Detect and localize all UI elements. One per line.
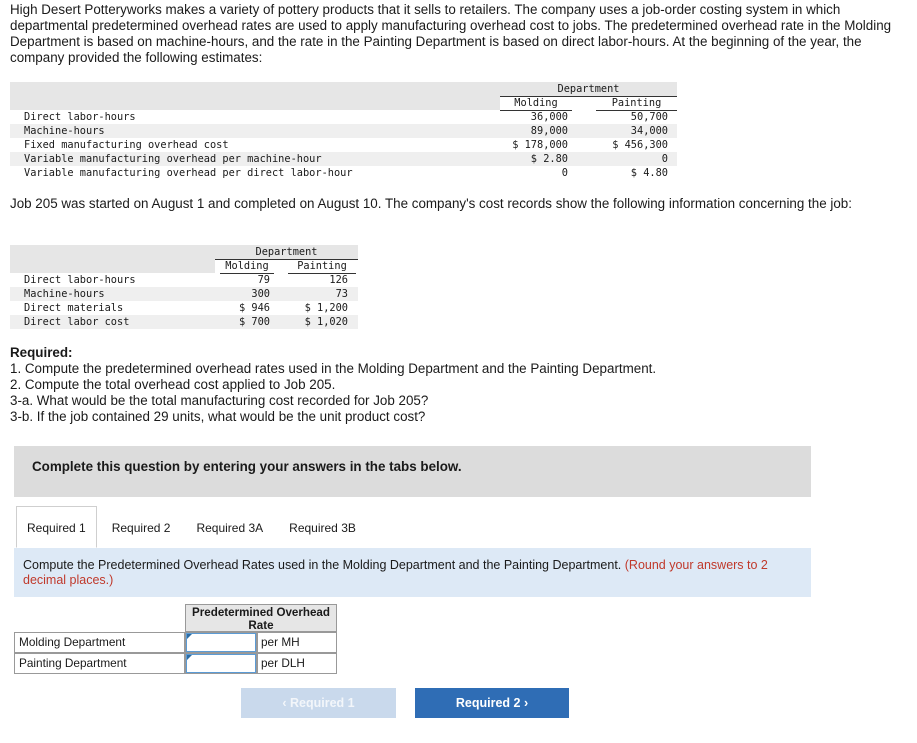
job-table-header: Department Molding Painting bbox=[10, 245, 358, 274]
next-button[interactable]: Required 2 › bbox=[415, 688, 569, 718]
table-row: Molding Department per MH bbox=[14, 632, 337, 653]
molding-value: 300 bbox=[251, 288, 270, 300]
molding-value: $ 946 bbox=[239, 302, 270, 314]
table-row: Machine-hours 300 73 bbox=[10, 287, 358, 301]
previous-button-label: Required 1 bbox=[290, 696, 355, 710]
painting-value: 73 bbox=[335, 288, 348, 300]
row-label: Fixed manufacturing overhead cost bbox=[24, 139, 229, 151]
department-group-header: Department bbox=[215, 245, 358, 260]
job-intro: Job 205 was started on August 1 and comp… bbox=[10, 196, 852, 211]
required-section: Required: 1. Compute the predetermined o… bbox=[10, 345, 656, 425]
tab-required-1[interactable]: Required 1 bbox=[16, 506, 97, 548]
painting-department-label: Painting Department bbox=[14, 653, 185, 674]
row-label: Machine-hours bbox=[24, 125, 105, 137]
molding-department-label: Molding Department bbox=[14, 632, 185, 653]
table-row: Fixed manufacturing overhead cost $ 178,… bbox=[10, 138, 677, 152]
answer-flag-icon bbox=[187, 655, 192, 660]
table-row: Painting Department per DLH bbox=[14, 653, 337, 674]
row-label: Direct labor cost bbox=[24, 316, 130, 328]
instructions-banner: Complete this question by entering your … bbox=[14, 446, 811, 497]
chevron-right-icon: › bbox=[523, 696, 529, 710]
molding-column-header: Molding bbox=[500, 96, 572, 111]
required-item: 3-b. If the job contained 29 units, what… bbox=[10, 409, 426, 424]
estimates-table: Department Molding Painting Direct labor… bbox=[10, 82, 677, 180]
required-item: 1. Compute the predetermined overhead ra… bbox=[10, 361, 657, 376]
required-item: 3-a. What would be the total manufacturi… bbox=[10, 393, 429, 408]
molding-value: $ 178,000 bbox=[512, 139, 568, 151]
painting-value: 126 bbox=[329, 274, 348, 286]
molding-value: 79 bbox=[257, 274, 270, 286]
table-row: Variable manufacturing overhead per dire… bbox=[10, 166, 677, 180]
row-label: Machine-hours bbox=[24, 288, 105, 300]
required-title: Required: bbox=[10, 345, 73, 360]
molding-value: 36,000 bbox=[530, 111, 568, 123]
row-label: Direct labor-hours bbox=[24, 111, 136, 123]
tab-required-3a[interactable]: Required 3A bbox=[185, 506, 275, 548]
table-row: Variable manufacturing overhead per mach… bbox=[10, 152, 677, 166]
molding-value: $ 2.80 bbox=[530, 153, 568, 165]
molding-column-header: Molding bbox=[220, 259, 274, 274]
painting-rate-unit: per DLH bbox=[257, 653, 337, 674]
molding-value: $ 700 bbox=[239, 316, 270, 328]
painting-column-header: Painting bbox=[288, 259, 356, 274]
answer-flag-icon bbox=[187, 634, 192, 639]
molding-value: 89,000 bbox=[530, 125, 568, 137]
painting-value: $ 4.80 bbox=[630, 167, 668, 179]
row-label: Variable manufacturing overhead per dire… bbox=[24, 167, 353, 179]
instruction-text: Compute the Predetermined Overhead Rates… bbox=[23, 558, 622, 572]
table-row: Machine-hours 89,000 34,000 bbox=[10, 124, 677, 138]
job-table: Department Molding Painting Direct labor… bbox=[10, 245, 358, 329]
table-row: Direct materials $ 946 $ 1,200 bbox=[10, 301, 358, 315]
tab-required-3b[interactable]: Required 3B bbox=[278, 506, 367, 548]
painting-value: $ 1,020 bbox=[304, 316, 348, 328]
required-item: 2. Compute the total overhead cost appli… bbox=[10, 377, 336, 392]
department-group-header: Department bbox=[500, 82, 677, 97]
estimates-table-header: Department Molding Painting bbox=[10, 82, 677, 111]
table-row: Direct labor cost $ 700 $ 1,020 bbox=[10, 315, 358, 329]
row-label: Direct materials bbox=[24, 302, 124, 314]
painting-rate-input[interactable] bbox=[186, 654, 256, 673]
molding-value: 0 bbox=[561, 167, 568, 179]
painting-value: 0 bbox=[661, 153, 668, 165]
next-button-label: Required 2 bbox=[455, 696, 521, 710]
previous-button[interactable]: ‹ Required 1 bbox=[241, 688, 396, 718]
painting-column-header: Painting bbox=[596, 96, 677, 111]
problem-intro: High Desert Potteryworks makes a variety… bbox=[10, 2, 892, 65]
row-label: Direct labor-hours bbox=[24, 274, 136, 286]
table-row: Direct labor-hours 79 126 bbox=[10, 273, 358, 287]
answer-table-header: Predetermined Overhead Rate bbox=[185, 604, 337, 632]
tab-bar: Required 1 Required 2 Required 3A Requir… bbox=[16, 506, 371, 548]
painting-value: 34,000 bbox=[630, 125, 668, 137]
tab-instruction: Compute the Predetermined Overhead Rates… bbox=[14, 548, 811, 597]
tab-required-2[interactable]: Required 2 bbox=[100, 506, 182, 548]
molding-rate-unit: per MH bbox=[257, 632, 337, 653]
chevron-left-icon: ‹ bbox=[282, 696, 287, 710]
molding-rate-input[interactable] bbox=[186, 633, 256, 652]
painting-value: $ 456,300 bbox=[612, 139, 668, 151]
painting-value: $ 1,200 bbox=[304, 302, 348, 314]
row-label: Variable manufacturing overhead per mach… bbox=[24, 153, 322, 165]
table-row: Direct labor-hours 36,000 50,700 bbox=[10, 110, 677, 124]
painting-value: 50,700 bbox=[630, 111, 668, 123]
